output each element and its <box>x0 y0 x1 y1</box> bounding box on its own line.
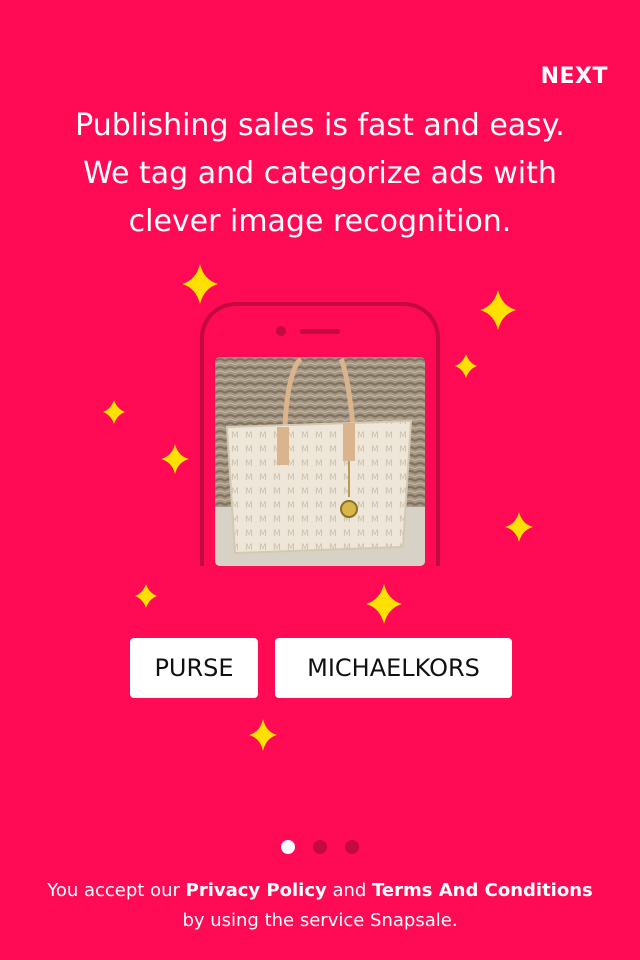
sparkle-icon <box>249 719 277 751</box>
purse-photo: M <box>215 357 425 566</box>
page-indicator <box>280 840 360 856</box>
page-dot-3[interactable] <box>345 840 359 854</box>
headline-line-3: clever image recognition. <box>128 204 512 239</box>
sparkle-icon <box>480 290 516 330</box>
headline-line-1: Publishing sales is fast and easy. <box>75 108 565 143</box>
sparkle-icon <box>161 444 189 474</box>
terms-link[interactable]: Terms And Conditions <box>372 880 593 901</box>
sparkle-icon <box>103 400 125 424</box>
privacy-policy-link[interactable]: Privacy Policy <box>186 880 327 901</box>
footer-line-1: You accept our Privacy Policy and Terms … <box>0 876 640 906</box>
sparkle-icon <box>182 264 218 304</box>
detected-tags: PURSE MICHAELKORS <box>0 638 640 698</box>
onboarding-headline: Publishing sales is fast and easy. We ta… <box>0 102 640 246</box>
page-dot-2[interactable] <box>313 840 327 854</box>
sparkle-icon <box>505 512 533 542</box>
footer-prefix: You accept our <box>47 880 186 901</box>
tag-purse[interactable]: PURSE <box>130 638 258 698</box>
phone-bottom-mask <box>192 566 448 606</box>
phone-speaker <box>300 329 340 334</box>
tag-michaelkors[interactable]: MICHAELKORS <box>275 638 512 698</box>
sparkle-icon <box>455 354 477 378</box>
footer-and: and <box>326 880 373 901</box>
terms-footer: You accept our Privacy Policy and Terms … <box>0 876 640 936</box>
sparkle-icon <box>135 584 157 608</box>
sparkle-icon <box>366 584 402 624</box>
page-dot-1[interactable] <box>281 840 295 854</box>
next-button[interactable]: NEXT <box>541 64 608 89</box>
headline-line-2: We tag and categorize ads with <box>83 156 557 191</box>
phone-camera <box>276 326 286 336</box>
footer-line-2: by using the service Snapsale. <box>182 910 458 931</box>
